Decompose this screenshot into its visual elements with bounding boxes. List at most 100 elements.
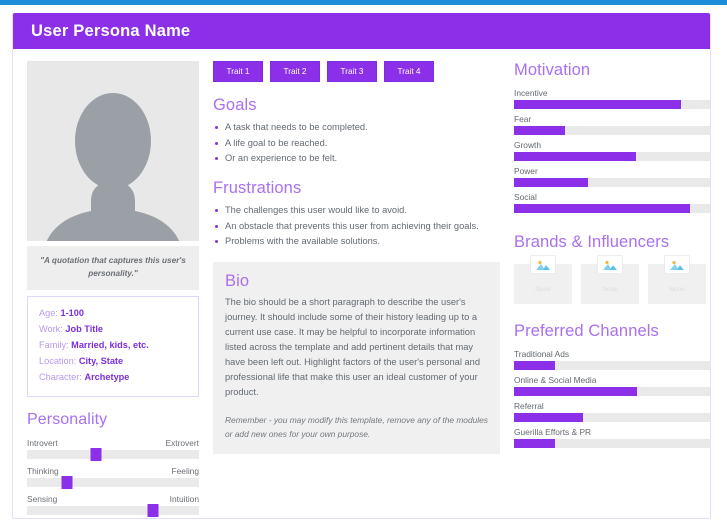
demographics-row: Family: Married, kids, etc. xyxy=(39,338,188,354)
slider-track[interactable] xyxy=(27,447,199,461)
slider-right-label: Extrovert xyxy=(165,437,199,448)
broken-image-icon xyxy=(664,255,690,274)
personality-slider-labels: Introvert Extrovert xyxy=(27,438,199,448)
demographics-value: 1-100 xyxy=(60,308,84,319)
bar-label: Referral xyxy=(514,401,544,411)
bar-fill xyxy=(514,204,691,213)
placeholder-label: None xyxy=(535,285,551,293)
trait-tag[interactable]: Trait 3 xyxy=(327,61,377,82)
motivation-bar: Social xyxy=(514,192,710,213)
brands-section: Brands & Influencers None None None xyxy=(514,233,710,304)
slider-knob[interactable] xyxy=(90,447,102,461)
demographics-value: Married, kids, etc. xyxy=(71,340,149,351)
personality-section: Personality Introvert Extrovert Thinking… xyxy=(27,411,199,522)
personality-slider-labels: Sensing Intuition xyxy=(27,494,199,504)
brands-title: Brands & Influencers xyxy=(514,233,670,251)
demographics-label: Age: xyxy=(39,308,58,319)
demographics-label: Family: xyxy=(39,340,69,351)
image-icon xyxy=(536,260,550,270)
bar-label: Growth xyxy=(514,140,541,150)
list-item: Problems with the available solutions. xyxy=(213,234,500,249)
card-body: "A quotation that captures this user's p… xyxy=(13,49,710,522)
slider-left-label: Introvert xyxy=(27,437,58,448)
image-icon xyxy=(603,260,617,270)
demographics-box: Age: 1-100 Work: Job Title Family: Marri… xyxy=(27,296,199,397)
channels-section: Preferred Channels Traditional Ads Onlin… xyxy=(514,322,710,448)
bar-track xyxy=(514,100,710,109)
bar-track xyxy=(514,413,710,422)
channels-title: Preferred Channels xyxy=(514,322,659,340)
avatar-silhouette-icon xyxy=(46,93,180,241)
goals-title: Goals xyxy=(213,96,257,114)
image-icon xyxy=(670,260,684,270)
bar-track xyxy=(514,204,710,213)
demographics-row: Age: 1-100 xyxy=(39,306,188,322)
bar-fill xyxy=(514,126,565,135)
bio-section: Bio The bio should be a short paragraph … xyxy=(213,262,500,455)
quote-text: "A quotation that captures this user's p… xyxy=(40,256,186,278)
brands-list: None None None xyxy=(514,255,710,304)
right-column: Motivation Incentive Fear Growth Power S… xyxy=(514,61,710,504)
traits-list: Trait 1 Trait 2 Trait 3 Trait 4 xyxy=(213,61,500,82)
bar-label: Social xyxy=(514,192,537,202)
bar-fill xyxy=(514,178,589,187)
slider-left-label: Sensing xyxy=(27,493,58,504)
demographics-label: Work: xyxy=(39,324,63,335)
frustrations-title: Frustrations xyxy=(213,179,302,198)
frustrations-list: The challenges this user would like to a… xyxy=(213,203,500,249)
trait-tag[interactable]: Trait 4 xyxy=(384,61,434,82)
motivation-section: Motivation Incentive Fear Growth Power S… xyxy=(514,61,710,213)
channel-bar: Traditional Ads xyxy=(514,349,710,370)
goals-list: A task that needs to be completed. A lif… xyxy=(213,120,500,166)
goals-section: Goals A task that needs to be completed.… xyxy=(213,96,500,166)
demographics-label: Character: xyxy=(39,371,82,382)
slider-track[interactable] xyxy=(27,475,199,489)
list-item: Or an experience to be felt. xyxy=(213,151,500,166)
slider-knob[interactable] xyxy=(147,503,159,517)
trait-tag[interactable]: Trait 1 xyxy=(213,61,263,82)
frustrations-section: Frustrations The challenges this user wo… xyxy=(213,179,500,249)
bar-track xyxy=(514,152,710,161)
bar-track xyxy=(514,361,710,370)
demographics-value: City, State xyxy=(78,355,124,366)
motivation-title: Motivation xyxy=(514,61,591,79)
personality-slider[interactable]: Thinking Feeling xyxy=(27,466,199,489)
broken-image-icon xyxy=(597,255,623,274)
placeholder-label: None xyxy=(602,285,618,293)
demographics-row: Character: Archetype xyxy=(39,370,188,386)
bar-label: Incentive xyxy=(514,88,548,98)
persona-card: User Persona Name "A quotation that capt… xyxy=(12,13,711,522)
slider-track[interactable] xyxy=(27,503,199,517)
slider-knob[interactable] xyxy=(61,475,73,489)
demographics-row: Location: City, State xyxy=(39,354,188,370)
bar-track xyxy=(514,387,710,396)
personality-sliders: Introvert Extrovert Thinking Feeling Sen… xyxy=(27,438,199,522)
bio-note: Remember - you may modify this template,… xyxy=(225,415,488,439)
placeholder-label: None xyxy=(669,285,685,293)
list-item: The challenges this user would like to a… xyxy=(213,203,500,218)
motivation-bar: Incentive xyxy=(514,88,710,109)
left-column: "A quotation that captures this user's p… xyxy=(27,61,199,522)
personality-slider[interactable]: Sensing Intuition xyxy=(27,494,199,517)
bar-label: Fear xyxy=(514,114,532,124)
persona-page: User Persona Name "A quotation that capt… xyxy=(0,5,727,522)
bar-fill xyxy=(514,387,638,396)
bio-title: Bio xyxy=(225,272,250,291)
demographics-value: Archetype xyxy=(84,371,130,382)
list-item: An obstacle that prevents this user from… xyxy=(213,219,500,234)
personality-slider[interactable]: Introvert Extrovert xyxy=(27,438,199,461)
motivation-bar: Fear xyxy=(514,114,710,135)
list-item: A task that needs to be completed. xyxy=(213,120,500,135)
bar-fill xyxy=(514,361,556,370)
card-header: User Persona Name xyxy=(13,13,710,49)
trait-tag[interactable]: Trait 2 xyxy=(270,61,320,82)
personality-slider-labels: Thinking Feeling xyxy=(27,466,199,476)
avatar xyxy=(27,61,199,241)
bio-text: The bio should be a short paragraph to d… xyxy=(225,297,481,398)
brand-image-placeholder[interactable]: None xyxy=(581,255,639,304)
brand-image-placeholder[interactable]: None xyxy=(648,255,706,304)
brand-image-placeholder[interactable]: None xyxy=(514,255,572,304)
quote-box: "A quotation that captures this user's p… xyxy=(27,246,199,291)
channel-bar: Online & Social Media xyxy=(514,375,710,396)
bar-label: Guerilla Efforts & PR xyxy=(514,427,592,437)
